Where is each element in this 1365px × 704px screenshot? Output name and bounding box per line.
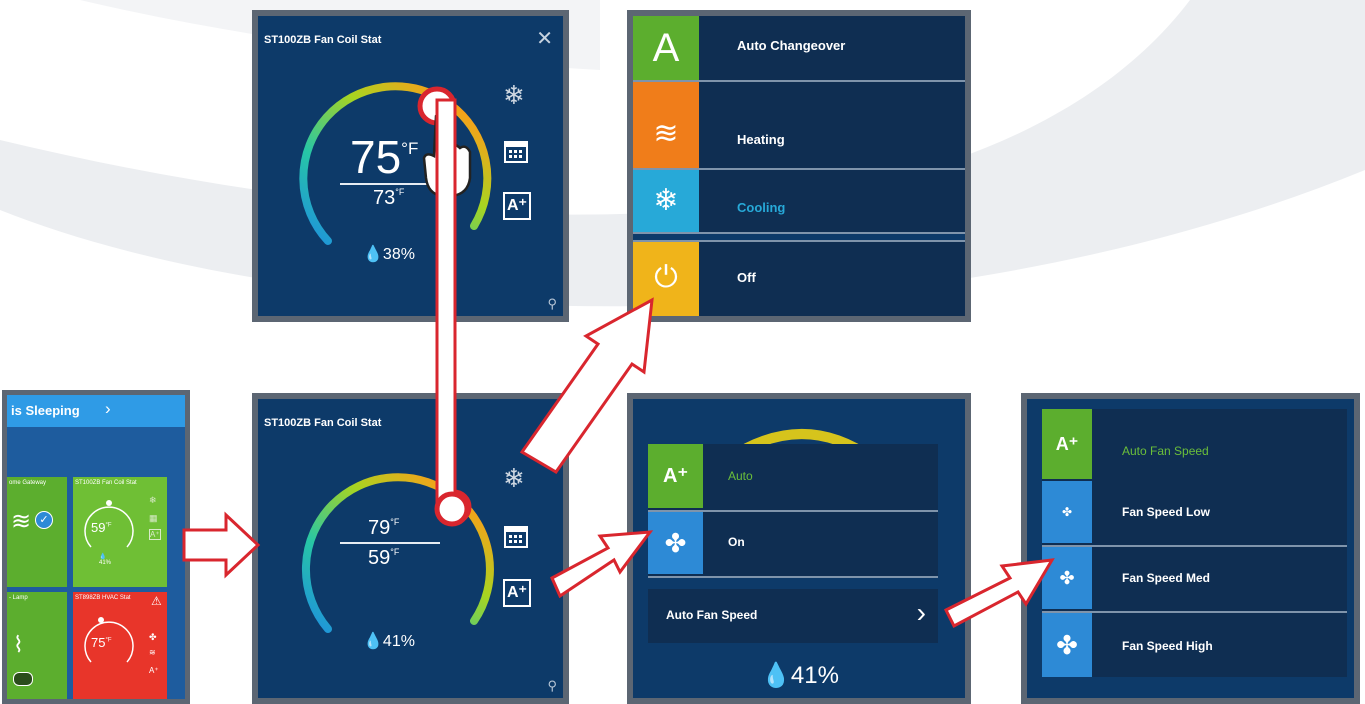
snowflake-icon: ❄ xyxy=(149,495,157,505)
fan-on-row[interactable]: ✤ On xyxy=(648,512,938,578)
fan-speed-med-row[interactable]: ✤ Fan Speed Med xyxy=(1042,547,1347,613)
fan-label: Auto xyxy=(728,469,753,483)
hand-pointer-icon xyxy=(422,111,472,198)
heating-label: Heating xyxy=(737,132,785,147)
snowflake-icon[interactable]: ❄ xyxy=(503,463,531,493)
setpoint-handle xyxy=(436,489,472,525)
tile-title: ST898ZB HVAC Stat xyxy=(75,595,131,601)
chevron-right-icon: › xyxy=(105,399,111,418)
fan-speed-label: Auto Fan Speed xyxy=(1122,444,1209,458)
auto-fan-icon: A⁺ xyxy=(1042,409,1092,479)
mode-menu-panel: A Auto Changeover ≋ Heating ❄ Cooling ⏻ … xyxy=(627,10,971,322)
fan-high-icon: ✤ xyxy=(1042,613,1092,677)
lamp-icon: ⌇ xyxy=(13,632,24,657)
tile-hvac-stat[interactable]: ST898ZB HVAC Stat ⚠ 75°F ✤ ≋ A⁺ xyxy=(73,592,167,699)
fan-speed-label: Fan Speed High xyxy=(1122,639,1213,653)
mode-cooling[interactable]: ❄ Cooling xyxy=(633,168,965,234)
tile-fan-coil-stat[interactable]: ST100ZB Fan Coil Stat 59°F 💧 41% ❄ ▦ A⁺ xyxy=(73,477,167,587)
wifi-icon: ≋ xyxy=(11,508,32,535)
fan-menu-panel: A⁺ Auto ✤ On Auto Fan Speed › 💧41% xyxy=(627,393,971,704)
pin-icon[interactable]: ⚲ xyxy=(547,678,557,694)
divider xyxy=(340,542,440,544)
fan-speed-high-row[interactable]: ✤ Fan Speed High xyxy=(1042,613,1347,677)
chevron-right-icon: › xyxy=(916,597,926,628)
auto-fan-icon[interactable]: A⁺ xyxy=(503,192,531,220)
mode-label: Off xyxy=(737,270,756,285)
setpoint-temp: 79°F xyxy=(368,517,400,539)
pin-icon[interactable]: ⚲ xyxy=(547,296,557,312)
thermostat-panel-top: ST100ZB Fan Coil Stat ✕ 75°F 73°F 💧38% ❄… xyxy=(252,10,569,322)
toggle-switch[interactable] xyxy=(13,672,33,686)
snowflake-icon: ❄ xyxy=(633,168,699,232)
tile-title: - Lamp xyxy=(9,595,28,601)
power-icon: ⏻ xyxy=(633,240,699,316)
fan-auto-row[interactable]: A⁺ Auto xyxy=(648,444,938,512)
fan-speed-low-row[interactable]: ✤ Fan Speed Low xyxy=(1042,481,1347,547)
current-temp: 73°F xyxy=(373,187,405,209)
setpoint-temp: 75°F xyxy=(350,131,419,183)
tile-title: ome Gateway xyxy=(9,480,47,486)
heat-icon: ≋ xyxy=(149,648,156,657)
fan-speed-auto-row[interactable]: A⁺ Auto Fan Speed xyxy=(1042,409,1347,483)
calendar-icon[interactable] xyxy=(503,523,531,551)
tile-temp: 59°F xyxy=(91,520,112,535)
heat-icon-block: ≋ xyxy=(633,98,699,168)
fan-icon: ✤ xyxy=(648,512,703,574)
fan-icon: ✤ xyxy=(149,632,157,642)
temperature-dial[interactable] xyxy=(258,399,563,704)
tile-title: ST100ZB Fan Coil Stat xyxy=(75,480,137,486)
auto-fan-icon[interactable]: A⁺ xyxy=(503,579,531,607)
mode-label: Auto Changeover xyxy=(737,38,846,53)
auto-fan-speed-row[interactable]: Auto Fan Speed › xyxy=(648,589,938,643)
fan-speed-label: Fan Speed Med xyxy=(1122,571,1211,585)
snowflake-icon[interactable]: ❄ xyxy=(503,80,531,110)
fan-speed-label: Auto Fan Speed xyxy=(666,608,758,622)
divider xyxy=(340,183,432,185)
auto-icon: A xyxy=(633,16,699,80)
calendar-icon: ▦ xyxy=(149,513,158,523)
tile-humidity: 💧 41% xyxy=(99,554,112,566)
tile-lamp[interactable]: - Lamp ⌇ xyxy=(7,592,67,699)
dashboard-header[interactable]: is Sleeping › xyxy=(7,395,185,427)
fan-med-icon: ✤ xyxy=(1042,547,1092,609)
header-title: is Sleeping xyxy=(11,403,80,418)
dashboard-panel: is Sleeping › ome Gateway ≋ ✓ ST100ZB Fa… xyxy=(2,390,190,704)
mode-label: Cooling xyxy=(737,200,786,215)
warning-icon: ⚠ xyxy=(151,594,162,608)
divider xyxy=(633,240,965,242)
mode-off[interactable]: ⏻ Off xyxy=(633,240,965,316)
fan-low-icon: ✤ xyxy=(1042,481,1092,543)
current-temp: 59°F xyxy=(368,547,400,569)
tile-gateway[interactable]: ome Gateway ≋ ✓ xyxy=(7,477,67,587)
divider xyxy=(633,168,965,170)
humidity: 💧41% xyxy=(363,633,415,650)
humidity: 💧41% xyxy=(761,662,839,689)
mode-auto-changeover[interactable]: A Auto Changeover xyxy=(633,16,965,82)
tile-temp: 75°F xyxy=(91,635,112,650)
fan-speed-panel: A⁺ Auto Fan Speed ✤ Fan Speed Low ✤ Fan … xyxy=(1021,393,1360,704)
check-icon: ✓ xyxy=(35,511,53,529)
fan-speed-label: Fan Speed Low xyxy=(1122,505,1211,519)
thermostat-panel-bottom: ST100ZB Fan Coil Stat 79°F 59°F 💧41% ❄ A… xyxy=(252,393,569,704)
fan-label: On xyxy=(728,535,745,549)
auto-fan-icon: A⁺ xyxy=(648,444,703,508)
auto-fan-icon: A⁺ xyxy=(149,666,159,675)
auto-fan-icon: A⁺ xyxy=(149,529,161,540)
calendar-icon[interactable] xyxy=(503,138,531,166)
heating-row-bg xyxy=(699,82,965,170)
humidity: 💧38% xyxy=(363,246,415,263)
